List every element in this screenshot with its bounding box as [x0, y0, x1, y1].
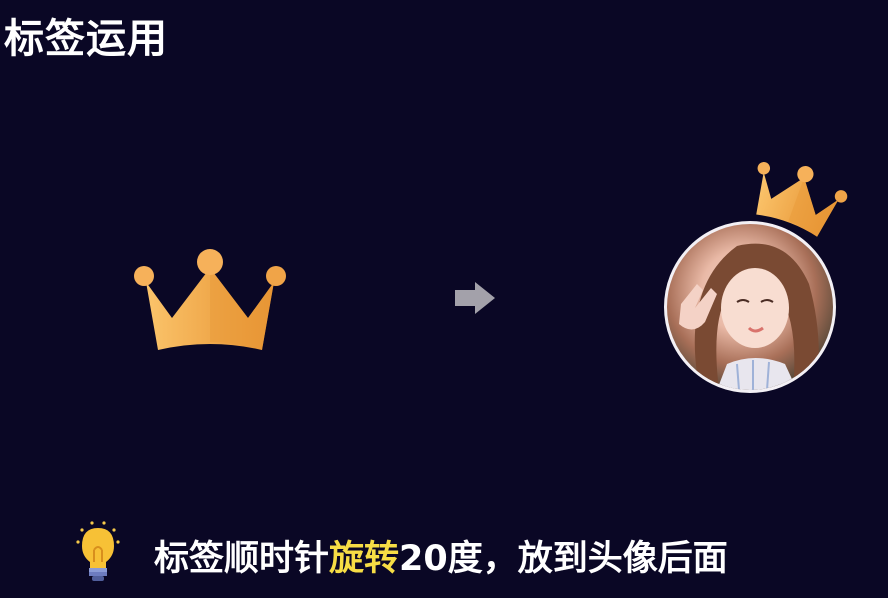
- avatar: [664, 221, 836, 393]
- caption: 标签顺时针旋转20度，放到头像后面: [154, 530, 728, 581]
- avatar-photo: [679, 243, 819, 390]
- caption-highlight: 旋转: [329, 539, 400, 579]
- lightbulb-icon: [76, 521, 120, 581]
- arrow-right-icon: [455, 282, 495, 314]
- avatar-with-crown: [662, 160, 852, 400]
- page-title: 标签运用: [4, 16, 168, 62]
- caption-part1: 标签顺时针: [154, 539, 330, 579]
- caption-part2: 20度，放到头像后面: [399, 539, 728, 579]
- crown-icon: [134, 249, 286, 350]
